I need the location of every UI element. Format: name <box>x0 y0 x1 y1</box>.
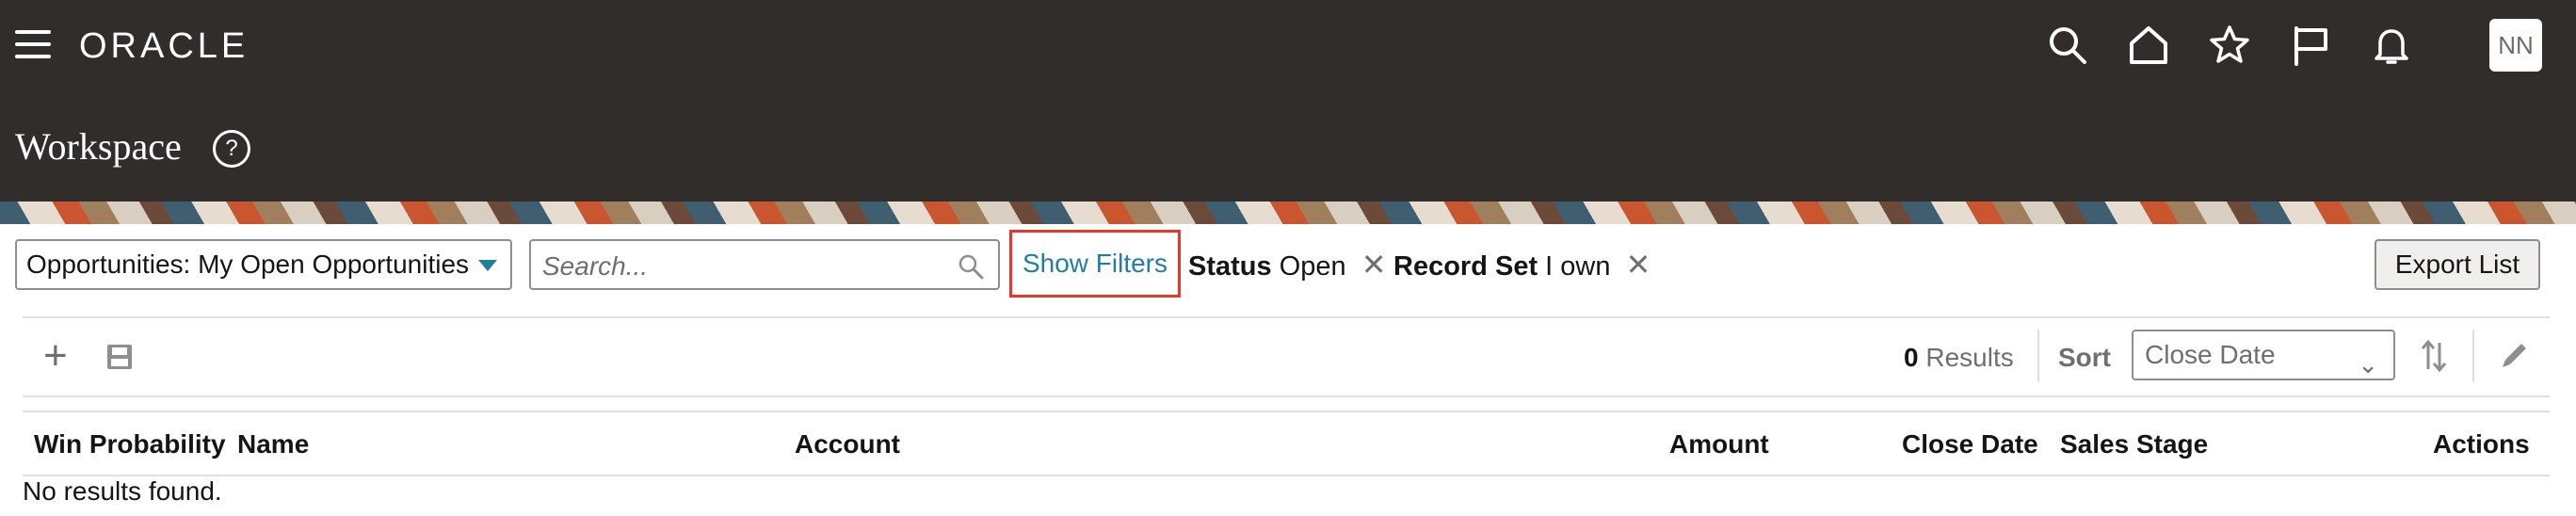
empty-table-message: No results found. <box>23 476 222 506</box>
sort-label: Sort <box>2058 343 2111 372</box>
column-header-name[interactable]: Name <box>237 429 309 460</box>
sort-order-icon[interactable] <box>2420 337 2448 375</box>
dropdown-caret-icon <box>478 260 497 271</box>
edit-icon[interactable] <box>2499 339 2531 371</box>
search-input[interactable] <box>540 249 940 284</box>
decorative-banner <box>0 202 2576 224</box>
filter-value: I own <box>1545 251 1611 282</box>
global-header: ORACLE NN Workspace ? <box>0 0 2576 202</box>
column-header-close-date[interactable]: Close Date <box>1902 429 2038 460</box>
page-title: Workspace <box>15 125 182 168</box>
add-icon[interactable]: + <box>43 335 68 377</box>
sort-value: Close Date <box>2145 340 2276 369</box>
search-icon[interactable] <box>957 252 985 281</box>
remove-filter-icon[interactable]: ✕ <box>1626 248 1651 282</box>
column-header-actions: Actions <box>2433 429 2530 459</box>
remove-filter-icon[interactable]: ✕ <box>1361 248 1387 282</box>
search-icon[interactable] <box>2045 23 2090 68</box>
menu-icon[interactable] <box>15 30 51 58</box>
search-field[interactable] <box>529 239 1000 290</box>
save-icon[interactable] <box>105 343 134 371</box>
divider <box>2472 330 2474 382</box>
search-toolbar: Opportunities: My Open Opportunities Sho… <box>0 224 2576 318</box>
filter-chip-record-set: Record Set I own ✕ <box>1393 247 1650 282</box>
saved-search-select[interactable]: Opportunities: My Open Opportunities <box>15 239 512 290</box>
saved-search-value: Opportunities: My Open Opportunities <box>26 250 470 279</box>
filter-label: Record Set <box>1393 251 1538 282</box>
filter-chip-status: Status Open ✕ <box>1188 247 1387 282</box>
show-filters-link[interactable]: Show Filters <box>1009 230 1181 298</box>
actions-bar: + 0 Results Sort Close Date ⌄ <box>0 318 2576 397</box>
filter-label: Status <box>1188 251 1272 282</box>
user-avatar[interactable]: NN <box>2489 19 2542 72</box>
column-header-sales-stage[interactable]: Sales Stage <box>2060 429 2208 460</box>
column-header-win-probability[interactable]: Win Probability <box>34 429 226 460</box>
filter-value: Open <box>1279 251 1346 282</box>
results-count: 0 Results <box>1904 343 2014 372</box>
divider <box>23 475 2550 476</box>
oracle-logo: ORACLE <box>79 26 250 66</box>
chevron-down-icon: ⌄ <box>2358 350 2378 379</box>
column-header-account[interactable]: Account <box>795 429 900 460</box>
home-icon[interactable] <box>2126 23 2171 68</box>
help-icon[interactable]: ? <box>213 130 250 168</box>
divider <box>2037 330 2039 382</box>
column-header-amount[interactable]: Amount <box>1669 429 1769 460</box>
star-icon[interactable] <box>2207 23 2252 68</box>
flag-icon[interactable] <box>2288 23 2333 68</box>
bell-icon[interactable] <box>2369 23 2414 68</box>
sort-select[interactable]: Close Date ⌄ <box>2132 330 2395 380</box>
divider <box>23 411 2550 412</box>
export-list-button[interactable]: Export List <box>2375 239 2540 290</box>
divider <box>23 395 2550 397</box>
